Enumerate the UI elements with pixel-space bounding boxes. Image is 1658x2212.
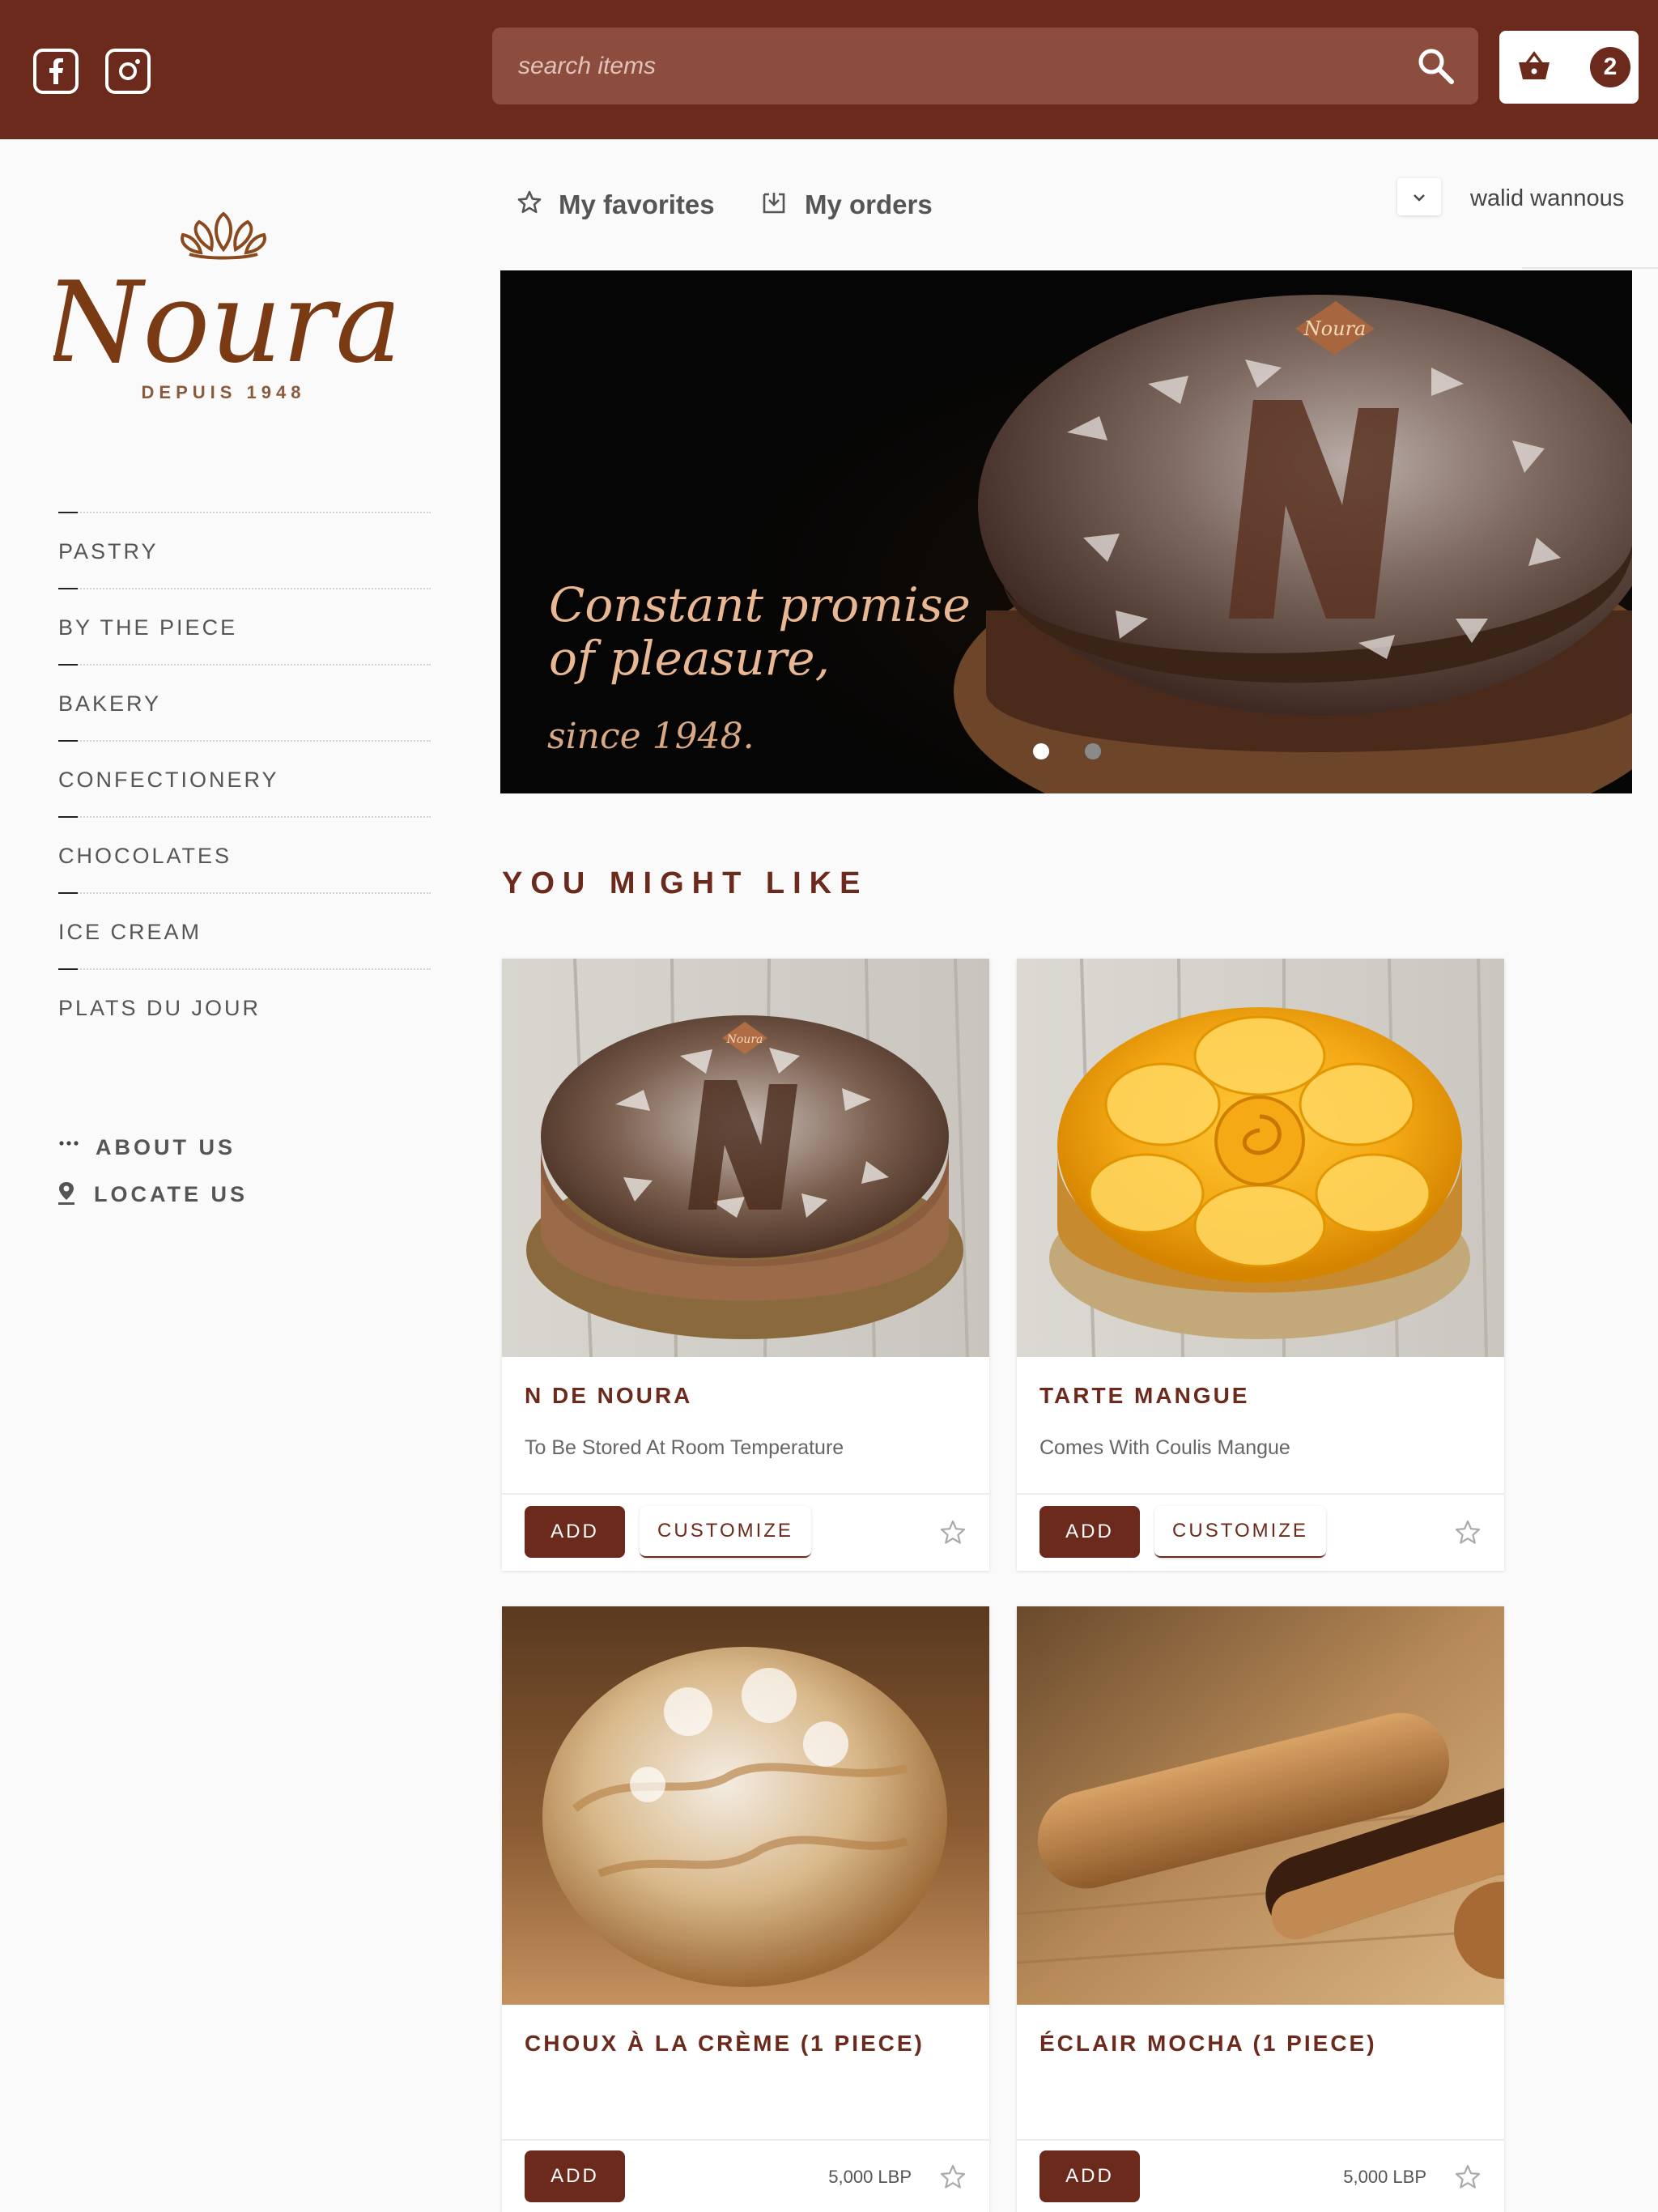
divider — [502, 1493, 989, 1495]
customize-button[interactable]: CUSTOMIZE — [640, 1506, 811, 1558]
hero-since: since 1948. — [547, 716, 755, 757]
svg-text:Noura: Noura — [1303, 317, 1367, 340]
product-image[interactable] — [502, 1606, 989, 2005]
sidebar-item-label: PLATS DU JOUR — [58, 996, 261, 1020]
search-icon[interactable] — [1415, 45, 1456, 86]
dash-marker — [58, 664, 78, 666]
dash-marker — [58, 892, 78, 894]
sidebar-item-confectionery[interactable]: CONFECTIONERY — [58, 740, 431, 816]
chevron-down-icon — [1414, 194, 1425, 202]
sidebar-item-label: CHOCOLATES — [58, 844, 232, 868]
cart-count-badge: 2 — [1590, 47, 1630, 87]
product-title[interactable]: CHOUX À LA CRÈME (1 PIECE) — [525, 2031, 925, 2057]
product-price: 5,000 LBP — [828, 2167, 912, 2187]
sidebar-item-plats-du-jour[interactable]: PLATS DU JOUR — [58, 968, 431, 1044]
sidebar-item-label: ICE CREAM — [58, 920, 202, 944]
dash-marker — [58, 816, 78, 818]
noura-logo-mark: Noura — [43, 211, 402, 388]
favorite-star-icon[interactable] — [939, 1519, 967, 1546]
dash-marker — [58, 588, 78, 589]
product-description: Comes With Coulis Mangue — [1039, 1436, 1290, 1459]
divider — [1017, 1493, 1504, 1495]
location-pin-icon — [58, 1182, 74, 1205]
product-card[interactable]: Noura N DE NOURA To Be Stored At Room Te… — [502, 959, 989, 1571]
brand-logo[interactable]: Noura DEPUIS 1948 — [43, 202, 402, 413]
more-dots-icon — [59, 1141, 79, 1146]
product-description: To Be Stored At Room Temperature — [525, 1436, 844, 1459]
add-button[interactable]: ADD — [1039, 1506, 1140, 1558]
svg-text:Noura: Noura — [726, 1033, 763, 1046]
product-price: 5,000 LBP — [1343, 2167, 1426, 2187]
search-bar — [492, 28, 1478, 104]
divider — [1017, 2139, 1504, 2141]
product-image[interactable] — [1017, 1606, 1504, 2005]
locate-us-label: LOCATE US — [94, 1182, 248, 1206]
locate-us-link[interactable]: LOCATE US — [58, 1177, 269, 1210]
product-title[interactable]: ÉCLAIR MOCHA (1 PIECE) — [1039, 2031, 1377, 2057]
brand-tagline: DEPUIS 1948 — [141, 382, 306, 402]
about-us-label: ABOUT US — [96, 1135, 236, 1159]
instagram-icon[interactable] — [105, 49, 151, 94]
svg-text:Noura: Noura — [53, 257, 393, 381]
sidebar-item-chocolates[interactable]: CHOCOLATES — [58, 816, 431, 892]
dash-marker — [58, 740, 78, 742]
product-image[interactable]: Noura — [502, 959, 989, 1357]
user-menu-toggle[interactable] — [1397, 178, 1441, 215]
search-input[interactable] — [518, 28, 1392, 104]
download-tray-icon — [763, 193, 785, 214]
divider — [502, 2139, 989, 2141]
customize-button[interactable]: CUSTOMIZE — [1154, 1506, 1326, 1558]
add-button[interactable]: ADD — [525, 1506, 625, 1558]
basket-icon — [1519, 51, 1550, 79]
cart-button[interactable]: 2 — [1499, 31, 1639, 104]
carousel-dot-2[interactable] — [1085, 743, 1101, 759]
carousel-dot-1[interactable] — [1033, 743, 1049, 759]
hero-tagline: Constant promise of pleasure, — [549, 578, 971, 685]
add-button[interactable]: ADD — [525, 2150, 625, 2202]
favorite-star-icon[interactable] — [1454, 1519, 1482, 1546]
dash-marker — [58, 512, 78, 513]
sidebar-item-bakery[interactable]: BAKERY — [58, 664, 431, 740]
about-us-link[interactable]: ABOUT US — [58, 1130, 269, 1163]
hero-line-2: of pleasure, — [549, 631, 831, 686]
my-orders-link[interactable]: My orders — [761, 181, 955, 223]
hero-carousel[interactable]: Noura Constant promise of pleasure, sinc… — [500, 270, 1632, 793]
divider — [1522, 267, 1658, 269]
sidebar-item-by-the-piece[interactable]: BY THE PIECE — [58, 588, 431, 664]
my-orders-label: My orders — [805, 189, 933, 219]
star-outline-icon — [517, 190, 542, 214]
top-bar: 2 — [0, 0, 1658, 139]
my-favorites-label: My favorites — [559, 189, 715, 219]
favorite-star-icon[interactable] — [1454, 2163, 1482, 2191]
product-card[interactable]: TARTE MANGUE Comes With Coulis Mangue AD… — [1017, 959, 1504, 1571]
sidebar-item-label: BAKERY — [58, 691, 162, 716]
facebook-icon[interactable] — [33, 49, 79, 94]
dash-marker — [58, 968, 78, 970]
product-title[interactable]: TARTE MANGUE — [1039, 1383, 1249, 1409]
sidebar-item-pastry[interactable]: PASTRY — [58, 512, 431, 588]
product-title[interactable]: N DE NOURA — [525, 1383, 692, 1409]
sidebar-item-label: PASTRY — [58, 539, 159, 564]
favorite-star-icon[interactable] — [939, 2163, 967, 2191]
product-card[interactable]: CHOUX À LA CRÈME (1 PIECE) ADD 5,000 LBP — [502, 1606, 989, 2212]
user-name[interactable]: walid wannous — [1470, 185, 1624, 212]
sidebar-item-label: CONFECTIONERY — [58, 768, 279, 792]
my-favorites-link[interactable]: My favorites — [517, 181, 727, 223]
section-title: YOU MIGHT LIKE — [502, 866, 869, 900]
product-image[interactable] — [1017, 959, 1504, 1357]
product-card[interactable]: ÉCLAIR MOCHA (1 PIECE) ADD 5,000 LBP — [1017, 1606, 1504, 2212]
sidebar-item-label: BY THE PIECE — [58, 615, 238, 640]
hero-line-1: Constant promise — [549, 577, 971, 632]
sidebar-item-ice-cream[interactable]: ICE CREAM — [58, 892, 431, 968]
add-button[interactable]: ADD — [1039, 2150, 1140, 2202]
